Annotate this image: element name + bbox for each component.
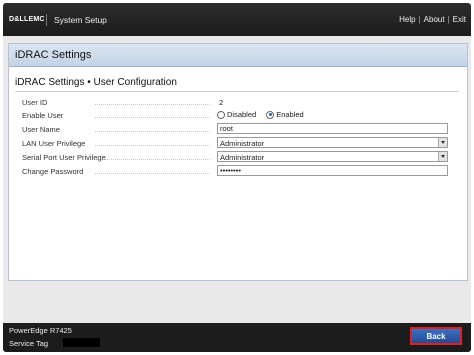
leader-dots (95, 145, 210, 146)
enabled-radio-label: Enabled (276, 110, 304, 119)
leader-dots (95, 173, 210, 174)
link-separator: | (418, 15, 421, 24)
app-title: System Setup (54, 15, 107, 25)
top-links: Help | About | Exit (399, 15, 466, 24)
service-tag-label: Service Tag (9, 339, 49, 348)
enable-user-label: Enable User (22, 111, 64, 120)
system-setup-window: D&LLEMC System Setup Help | About | Exit… (3, 3, 471, 352)
leader-dots (95, 104, 210, 105)
serial-privilege-value: Administrator (220, 153, 265, 162)
enable-user-radio-group: Disabled Enabled (217, 110, 304, 119)
back-button[interactable]: Back (410, 327, 462, 345)
page-title: iDRAC Settings (15, 49, 92, 61)
enabled-radio[interactable]: Enabled (266, 110, 304, 119)
password-input[interactable] (217, 165, 448, 176)
user-id-row: User ID 2 (9, 96, 467, 109)
lan-privilege-select[interactable]: Administrator (217, 137, 448, 148)
serial-privilege-row: Serial Port User Privilege Administrator (9, 151, 467, 164)
section-title: iDRAC Settings • User Configuration (15, 77, 177, 88)
system-model: PowerEdge R7425 (9, 326, 72, 335)
leader-dots (95, 159, 210, 160)
enable-user-row: Enable User Disabled Enabled (9, 109, 467, 122)
chevron-down-icon[interactable] (438, 152, 447, 161)
lan-privilege-row: LAN User Privilege Administrator (9, 137, 467, 150)
lan-privilege-label: LAN User Privilege (22, 139, 86, 148)
user-id-label: User ID (22, 98, 48, 107)
password-label: Change Password (22, 167, 84, 176)
settings-panel: iDRAC Settings iDRAC Settings • User Con… (8, 43, 468, 281)
serial-privilege-select[interactable]: Administrator (217, 151, 448, 162)
radio-circle-icon (217, 110, 225, 119)
serial-privilege-label: Serial Port User Privilege (22, 153, 106, 162)
user-name-input[interactable] (217, 123, 448, 134)
logo-divider (46, 14, 47, 26)
leader-dots (95, 131, 210, 132)
chevron-down-icon[interactable] (438, 138, 447, 147)
user-name-label: User Name (22, 125, 60, 134)
panel-header: iDRAC Settings (9, 44, 467, 67)
lan-privilege-value: Administrator (220, 139, 265, 148)
link-separator: | (447, 15, 450, 24)
top-bar: D&LLEMC System Setup Help | About | Exit (3, 3, 471, 36)
help-link[interactable]: Help (399, 15, 415, 24)
section-divider (15, 91, 459, 92)
disabled-radio-label: Disabled (227, 110, 257, 119)
disabled-radio[interactable]: Disabled (217, 110, 256, 119)
service-tag-redacted (63, 338, 100, 347)
about-link[interactable]: About (424, 15, 445, 24)
dell-emc-logo: D&LLEMC (9, 16, 45, 23)
leader-dots (95, 117, 210, 118)
user-id-value: 2 (219, 98, 224, 107)
user-name-row: User Name (9, 123, 467, 136)
radio-selected-icon (266, 110, 275, 119)
exit-link[interactable]: Exit (453, 15, 466, 24)
password-row: Change Password (9, 165, 467, 178)
footer-bar: PowerEdge R7425 Service Tag Back (3, 323, 471, 352)
